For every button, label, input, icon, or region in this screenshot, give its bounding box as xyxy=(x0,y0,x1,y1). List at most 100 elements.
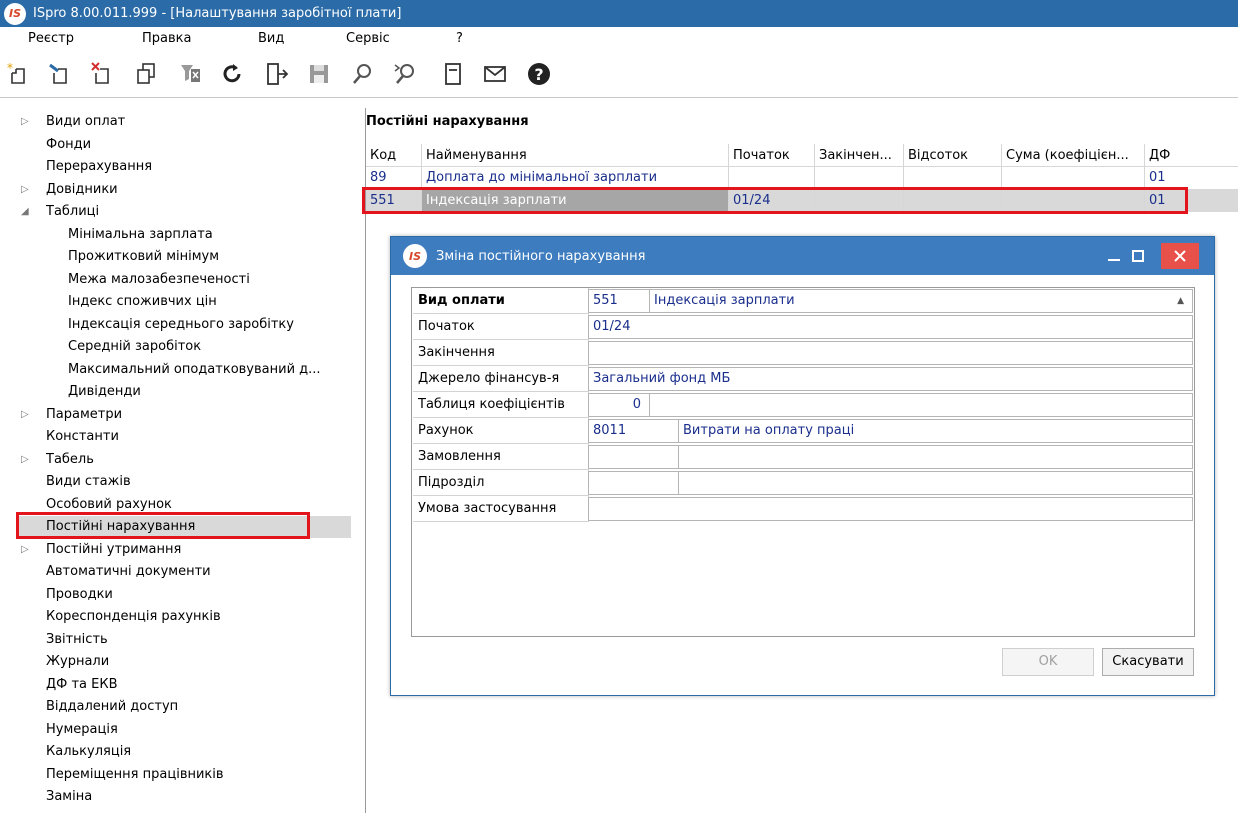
find-next-icon[interactable] xyxy=(390,59,420,89)
zamovlennia-code-field[interactable] xyxy=(588,445,679,469)
col-zakinchennia[interactable]: Закінчен... xyxy=(815,144,904,167)
tree-item[interactable]: Автоматичні документи xyxy=(46,561,211,583)
zakinchennia-field[interactable] xyxy=(588,341,1193,365)
tree-item[interactable]: ▷ Постійні утримання xyxy=(21,539,181,561)
tree-item[interactable]: ДФ та ЕКВ xyxy=(46,674,118,696)
copy-icon[interactable] xyxy=(132,59,162,89)
menu-vyd[interactable]: Вид xyxy=(258,31,284,46)
tree-item[interactable]: Максимальний оподатковуваний д... xyxy=(68,359,321,381)
menu-servis[interactable]: Сервіс xyxy=(346,31,390,46)
tree-item[interactable]: Межа малозабезпеченості xyxy=(68,269,250,291)
tree-item[interactable]: Проводки xyxy=(46,584,113,606)
tree-item[interactable]: ▷ Види оплат xyxy=(21,111,125,133)
refresh-icon[interactable] xyxy=(218,59,248,89)
tree-item-label: Параметри xyxy=(46,406,123,422)
cell-end xyxy=(815,166,904,189)
menu-reiestr[interactable]: Реєстр xyxy=(28,31,74,46)
row-rakhunok: Рахунок 8011 Витрати на оплату праці xyxy=(413,418,1194,444)
tree-item[interactable]: Види стажів xyxy=(46,471,131,493)
expand-arrow-icon[interactable]: ▷ xyxy=(21,111,35,133)
section-title: Постійні нарахування xyxy=(366,114,529,129)
tree-item[interactable]: Індексація середнього заробітку xyxy=(68,314,294,336)
expand-arrow-icon[interactable]: ▷ xyxy=(21,539,35,561)
edit-accrual-dialog: IS Зміна постійного нарахування Вид опла… xyxy=(390,236,1215,696)
tree-item[interactable]: Мінімальна зарплата xyxy=(68,224,213,246)
umova-field[interactable] xyxy=(588,497,1193,521)
row-pidrozdil: Підрозділ xyxy=(413,470,1194,496)
save-icon[interactable] xyxy=(304,59,334,89)
ok-button[interactable]: OK xyxy=(1002,648,1094,676)
tablytsia-field[interactable]: 0 xyxy=(588,393,650,417)
menu-pravka[interactable]: Правка xyxy=(142,31,191,46)
clear-filter-icon[interactable] xyxy=(176,59,206,89)
exit-icon[interactable] xyxy=(262,59,292,89)
new-doc-icon[interactable]: * xyxy=(4,59,34,89)
tree-item[interactable]: Журнали xyxy=(46,651,109,673)
tree-item[interactable]: Кореспонденція рахунків xyxy=(46,606,221,628)
col-vidsotok[interactable]: Відсоток xyxy=(904,144,1002,167)
col-kod[interactable]: Код xyxy=(366,144,422,167)
tree-item[interactable]: ▷ Табель xyxy=(21,449,94,471)
tree-item[interactable]: Віддалений доступ xyxy=(46,696,178,718)
expand-arrow-icon[interactable]: ▷ xyxy=(21,179,35,201)
dzherelo-field[interactable]: Загальний фонд МБ xyxy=(588,367,1193,391)
tree-item-label: Калькуляція xyxy=(46,744,132,759)
tree-item[interactable]: Нумерація xyxy=(46,719,118,741)
expand-arrow-icon[interactable]: ▷ xyxy=(21,449,35,471)
tree-item[interactable]: Прожитковий мінімум xyxy=(68,246,219,268)
tree-item[interactable]: Перерахування xyxy=(46,156,152,178)
menu-help[interactable]: ? xyxy=(456,31,463,46)
form-icon[interactable] xyxy=(438,59,468,89)
tree-item[interactable]: Константи xyxy=(46,426,119,448)
tree-item[interactable]: Переміщення працівників xyxy=(46,764,224,786)
zamovlennia-name-field[interactable] xyxy=(678,445,1193,469)
vid-oplaty-name-select[interactable]: Індексація зарплати ▲ xyxy=(649,289,1193,313)
label-pidrozdil: Підрозділ xyxy=(413,470,589,496)
dropdown-arrow-icon[interactable]: ▲ xyxy=(1177,290,1184,312)
col-df[interactable]: ДФ xyxy=(1145,144,1238,167)
tree-item-label: Дивіденди xyxy=(68,384,141,399)
expand-arrow-icon[interactable]: ▷ xyxy=(21,404,35,426)
toolbar: * ? xyxy=(0,52,1238,98)
help-icon[interactable]: ? xyxy=(524,59,554,89)
col-pochatok[interactable]: Початок xyxy=(729,144,815,167)
menu-bar: Реєстр Правка Вид Сервіс ? xyxy=(0,27,1238,51)
tree-item[interactable]: ▷ Параметри xyxy=(21,404,123,426)
tree-item-label: Заміна xyxy=(46,789,93,804)
row-zamovlennia: Замовлення xyxy=(413,444,1194,470)
col-suma[interactable]: Сума (коефіцієн... xyxy=(1002,144,1145,167)
search-icon[interactable] xyxy=(348,59,378,89)
edit-doc-icon[interactable] xyxy=(46,59,76,89)
tree-item[interactable]: ◢ Таблиці xyxy=(21,201,99,223)
vid-oplaty-code-field[interactable]: 551 xyxy=(588,289,650,313)
tree-item-label: Журнали xyxy=(46,654,110,669)
col-naimenuvannia[interactable]: Найменування xyxy=(422,144,729,167)
tree-item[interactable]: Середній заробіток xyxy=(68,336,201,358)
label-vid-oplaty: Вид оплати xyxy=(413,288,589,314)
close-icon[interactable] xyxy=(1161,243,1199,269)
label-zamovlennia: Замовлення xyxy=(413,444,589,470)
tree-item-label: Кореспонденція рахунків xyxy=(46,609,221,624)
window-title: ISpro 8.00.011.999 - [Налаштування зароб… xyxy=(33,6,402,21)
tree-item[interactable]: ▷ Довідники xyxy=(21,179,118,201)
tree-item[interactable]: Звітність xyxy=(46,629,108,651)
pidrozdil-name-field[interactable] xyxy=(678,471,1193,495)
table-row[interactable]: 89 Доплата до мінімальної зарплати 01 xyxy=(366,166,1238,189)
rakhunok-name-field[interactable]: Витрати на оплату праці xyxy=(678,419,1193,443)
tree-item[interactable]: Фонди xyxy=(46,134,91,156)
rakhunok-code-field[interactable]: 8011 xyxy=(588,419,679,443)
tree-item[interactable]: Індекс споживчих цін xyxy=(68,291,217,313)
tree-item[interactable]: Калькуляція xyxy=(46,741,131,763)
tree-item[interactable]: Заміна xyxy=(46,786,92,808)
collapse-arrow-icon[interactable]: ◢ xyxy=(21,201,35,223)
cancel-button[interactable]: Скасувати xyxy=(1102,648,1194,676)
dialog-titlebar[interactable]: IS Зміна постійного нарахування xyxy=(391,237,1214,275)
pidrozdil-code-field[interactable] xyxy=(588,471,679,495)
pochatok-field[interactable]: 01/24 xyxy=(588,315,1193,339)
dialog-title: Зміна постійного нарахування xyxy=(436,248,646,264)
maximize-icon[interactable] xyxy=(1119,243,1157,269)
tablytsia-extra-field[interactable] xyxy=(649,393,1193,417)
tree-item[interactable]: Дивіденди xyxy=(68,381,141,403)
mail-icon[interactable] xyxy=(480,59,510,89)
delete-doc-icon[interactable] xyxy=(88,59,118,89)
